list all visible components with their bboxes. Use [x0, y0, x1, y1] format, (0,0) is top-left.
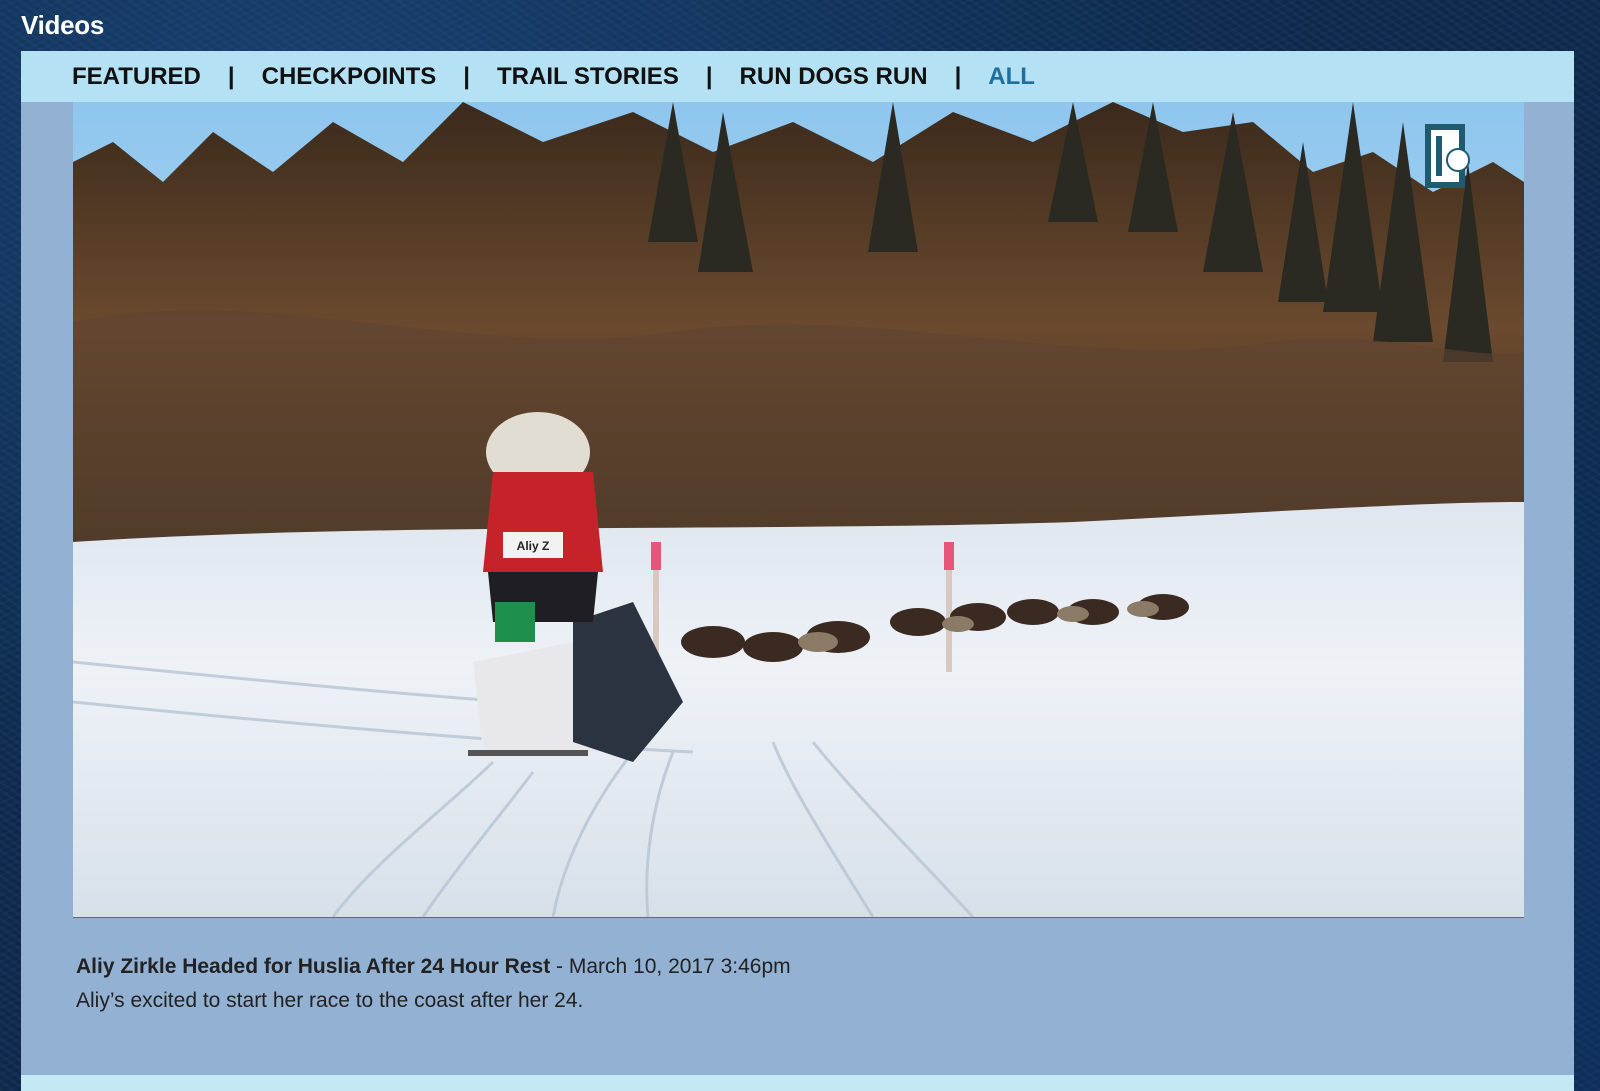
tab-trail-stories[interactable]: TRAIL STORIES [497, 63, 679, 91]
caption-heading: Aliy Zirkle Headed for Huslia After 24 H… [76, 955, 1506, 979]
tab-separator: | [954, 62, 962, 90]
video-panel: FEATURED | CHECKPOINTS | TRAIL STORIES |… [21, 51, 1574, 1091]
video-category-tabs: FEATURED | CHECKPOINTS | TRAIL STORIES |… [21, 51, 1574, 102]
panel-bottom-strip [21, 1075, 1574, 1091]
caption-dash: - [550, 955, 569, 978]
video-description: Aliy’s excited to start her race to the … [76, 989, 584, 1012]
tab-all[interactable]: ALL [988, 63, 1035, 91]
section-title: Videos [21, 10, 104, 40]
iditarod-logo-icon [1425, 124, 1470, 188]
tab-run-dogs-run[interactable]: RUN DOGS RUN [740, 63, 928, 91]
video-frame: Aliy Z [73, 102, 1524, 917]
video-caption: Aliy Zirkle Headed for Huslia After 24 H… [76, 955, 1506, 1013]
video-title[interactable]: Aliy Zirkle Headed for Huslia After 24 H… [76, 955, 550, 978]
bib-text: Aliy Z [517, 539, 550, 553]
tab-separator: | [227, 62, 235, 90]
tab-featured[interactable]: FEATURED [72, 63, 201, 91]
tab-separator: | [705, 62, 713, 90]
tab-separator: | [463, 62, 471, 90]
video-player[interactable]: Aliy Z [73, 102, 1524, 918]
tab-checkpoints[interactable]: CHECKPOINTS [262, 63, 437, 91]
video-date: March 10, 2017 3:46pm [568, 955, 791, 978]
